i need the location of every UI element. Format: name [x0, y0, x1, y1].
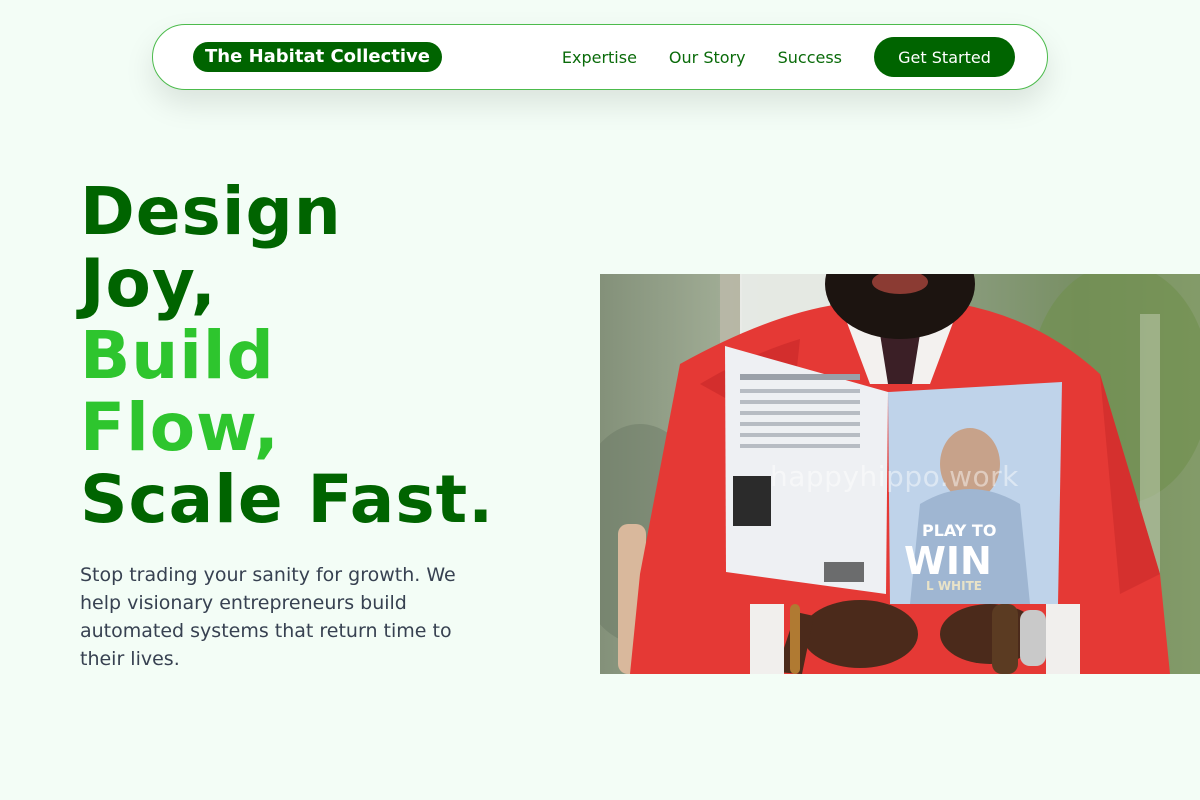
- hero-image: PLAY TO WIN L WHITE happyhippo.work: [600, 274, 1200, 674]
- image-watermark: happyhippo.work: [770, 460, 1019, 493]
- headline-line-build: Build: [80, 317, 275, 394]
- hero-headline: Design Joy, Build Flow, Scale Fast.: [80, 176, 494, 536]
- brand-logo[interactable]: The Habitat Collective: [193, 42, 442, 72]
- nav-link-success[interactable]: Success: [778, 48, 842, 67]
- book-title-top: PLAY TO: [922, 521, 996, 540]
- headline-line-joy: Joy,: [80, 245, 217, 322]
- headline-line-design: Design: [80, 173, 342, 250]
- hero-subtext: Stop trading your sanity for growth. We …: [80, 564, 456, 670]
- book-author: L WHITE: [926, 579, 982, 593]
- get-started-button[interactable]: Get Started: [874, 37, 1015, 77]
- book-title-main: WIN: [904, 539, 992, 583]
- navbar: The Habitat Collective Expertise Our Sto…: [152, 24, 1048, 90]
- nav-link-expertise[interactable]: Expertise: [562, 48, 637, 67]
- nav-links: Expertise Our Story Success Get Started: [562, 37, 1015, 77]
- headline-line-scale-fast: Scale Fast.: [80, 461, 495, 538]
- headline-line-flow: Flow,: [80, 389, 280, 466]
- nav-link-our-story[interactable]: Our Story: [669, 48, 746, 67]
